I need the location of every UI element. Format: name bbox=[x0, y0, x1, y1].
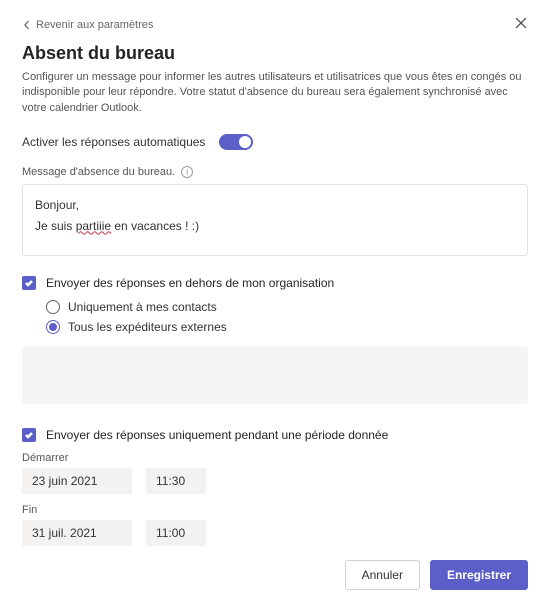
time-period-label: Envoyer des réponses uniquement pendant … bbox=[46, 428, 388, 442]
end-date-field[interactable]: 31 juil. 2021 bbox=[22, 520, 132, 546]
back-label: Revenir aux paramètres bbox=[36, 19, 153, 31]
time-period-checkbox[interactable] bbox=[22, 428, 36, 442]
toggle-knob bbox=[239, 136, 251, 148]
auto-reply-toggle[interactable] bbox=[219, 134, 253, 150]
back-to-settings[interactable]: Revenir aux paramètres bbox=[22, 19, 153, 31]
end-label: Fin bbox=[22, 504, 528, 516]
spelling-error: partiiie bbox=[76, 219, 111, 233]
message-line-1: Bonjour, bbox=[35, 195, 515, 215]
page-title: Absent du bureau bbox=[22, 43, 528, 64]
message-field-label: Message d'absence du bureau. bbox=[22, 166, 175, 178]
radio-contacts-only[interactable] bbox=[46, 300, 60, 314]
cancel-button[interactable]: Annuler bbox=[345, 560, 420, 590]
radio-all-external[interactable] bbox=[46, 320, 60, 334]
external-replies-checkbox[interactable] bbox=[22, 276, 36, 290]
page-description: Configurer un message pour informer les … bbox=[22, 70, 528, 116]
external-message-input[interactable] bbox=[22, 346, 528, 404]
start-label: Démarrer bbox=[22, 452, 528, 464]
auto-reply-toggle-label: Activer les réponses automatiques bbox=[22, 135, 205, 149]
checkmark-icon bbox=[24, 430, 34, 440]
checkmark-icon bbox=[24, 278, 34, 288]
close-icon bbox=[514, 16, 528, 30]
close-button[interactable] bbox=[514, 16, 528, 33]
info-icon[interactable]: i bbox=[181, 166, 193, 178]
chevron-left-icon bbox=[22, 20, 32, 30]
save-button[interactable]: Enregistrer bbox=[430, 560, 528, 590]
start-date-field[interactable]: 23 juin 2021 bbox=[22, 468, 132, 494]
start-time-field[interactable]: 11:30 bbox=[146, 468, 206, 494]
radio-all-label: Tous les expéditeurs externes bbox=[68, 320, 227, 334]
external-replies-label: Envoyer des réponses en dehors de mon or… bbox=[46, 276, 334, 290]
radio-contacts-label: Uniquement à mes contacts bbox=[68, 300, 217, 314]
message-line-2: Je suis partiiie en vacances ! :) bbox=[35, 216, 515, 236]
end-time-field[interactable]: 11:00 bbox=[146, 520, 206, 546]
ooo-message-input[interactable]: Bonjour, Je suis partiiie en vacances ! … bbox=[22, 184, 528, 256]
